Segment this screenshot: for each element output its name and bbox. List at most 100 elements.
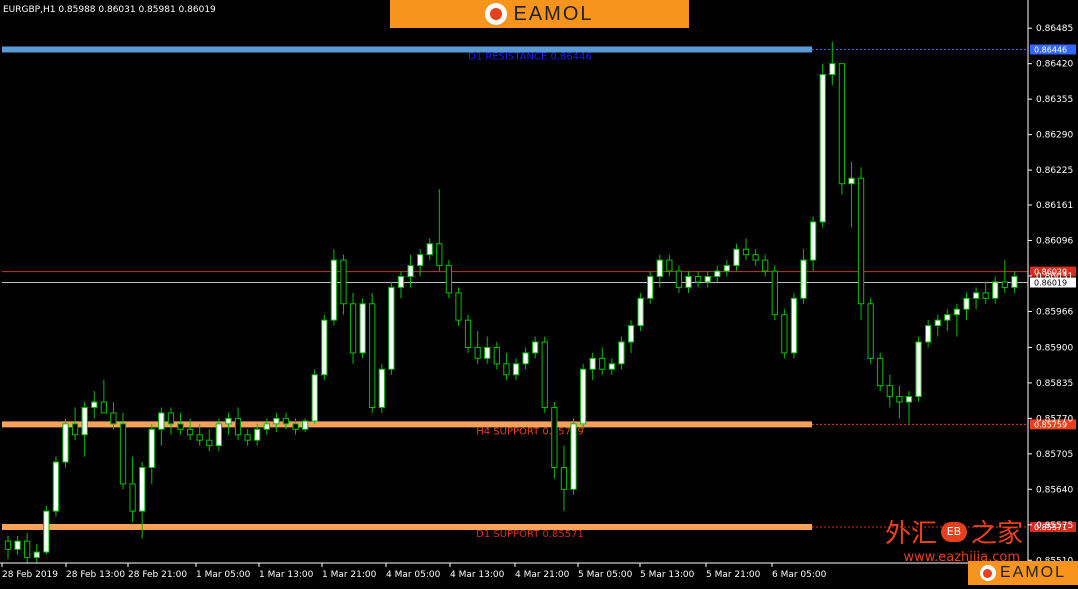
candle-body xyxy=(570,423,577,490)
candle-body xyxy=(62,423,69,463)
candle-body xyxy=(292,423,299,430)
candle-body xyxy=(148,428,155,468)
candle-body xyxy=(579,368,587,425)
candle-body xyxy=(944,314,951,321)
candle-body xyxy=(407,265,414,277)
footer-brand: EAMOL xyxy=(968,561,1078,585)
x-tick-label: 1 Mar 05:00 xyxy=(196,570,251,580)
y-tick-label: 0.85575 xyxy=(1036,521,1073,531)
candle-body xyxy=(877,357,884,387)
footer-logo-icon xyxy=(979,565,996,581)
candle-body xyxy=(781,314,788,354)
candle-body xyxy=(522,352,529,365)
candle-body xyxy=(321,319,328,376)
candle-body xyxy=(694,275,702,283)
candle-body xyxy=(886,385,893,398)
candle-body xyxy=(484,346,491,359)
candle-body xyxy=(455,292,462,321)
candle-body xyxy=(666,259,673,272)
y-tick-label: 0.86161 xyxy=(1036,201,1073,211)
candle-body xyxy=(714,270,721,277)
candle-body xyxy=(158,412,165,430)
candle-body xyxy=(992,281,999,299)
brand-header: EAMOL xyxy=(390,0,689,28)
y-tick-label: 0.85640 xyxy=(1036,485,1073,495)
x-tick-label: 5 Mar 05:00 xyxy=(578,570,633,580)
candle-body xyxy=(771,270,778,316)
candle-body xyxy=(637,297,644,327)
y-tick-label: 0.86420 xyxy=(1036,60,1073,70)
candle-body xyxy=(340,259,347,305)
candle-body xyxy=(829,63,836,76)
candle-body xyxy=(301,420,309,430)
candle-body xyxy=(819,74,826,223)
x-tick-label: 28 Feb 13:00 xyxy=(66,570,125,580)
brand-name: EAMOL xyxy=(513,2,594,25)
candle-body xyxy=(388,286,395,370)
y-tick-label: 0.85705 xyxy=(1036,450,1073,460)
candle-body xyxy=(4,540,12,550)
x-tick-label: 1 Mar 21:00 xyxy=(322,570,377,580)
candle-body xyxy=(24,540,31,559)
candle-body xyxy=(330,259,338,321)
candle-body xyxy=(81,406,88,436)
x-tick-label: 28 Feb 2019 xyxy=(2,570,58,580)
candle-body xyxy=(848,177,855,185)
watermark-cn-b: 之家 xyxy=(970,519,1023,549)
candle-body xyxy=(1001,281,1008,288)
level-label: H4 SUPPORT 0.85759 xyxy=(476,426,584,437)
candle-body xyxy=(982,292,989,299)
candle-body xyxy=(560,466,568,490)
candle-body xyxy=(196,434,203,441)
level-label: D1 SUPPORT 0.85571 xyxy=(476,529,584,540)
x-tick-label: 5 Mar 13:00 xyxy=(640,570,695,580)
candle-body xyxy=(445,265,453,294)
price-chart[interactable]: D1 RESISTANCE 0.86446 0.86446 0.86039 0.860… xyxy=(0,0,1078,585)
x-tick-label: 4 Mar 21:00 xyxy=(515,570,570,580)
candle-body xyxy=(397,275,405,288)
candle-body xyxy=(349,303,357,354)
x-tick-label: 4 Mar 13:00 xyxy=(450,570,505,580)
candle-body xyxy=(71,423,79,436)
y-tick-label: 0.86290 xyxy=(1036,131,1073,141)
candle-body xyxy=(905,396,913,403)
candle-body xyxy=(100,401,107,414)
candle-body xyxy=(43,510,50,553)
y-tick-label: 0.85966 xyxy=(1036,307,1073,317)
candle-body xyxy=(378,368,385,408)
candle-body xyxy=(167,412,175,425)
candle-body xyxy=(177,423,184,430)
candle-body xyxy=(359,303,366,354)
candle-body xyxy=(512,363,520,376)
candle-body xyxy=(426,243,433,256)
candle-body xyxy=(857,177,865,305)
candle-body xyxy=(608,363,615,370)
candle-body xyxy=(119,423,127,485)
candle-body xyxy=(551,406,558,468)
candle-body xyxy=(474,346,481,359)
candle-body xyxy=(369,303,376,408)
candle-body xyxy=(867,303,874,359)
candle-body xyxy=(263,423,270,430)
candle-body xyxy=(493,346,500,365)
candle-body xyxy=(52,461,60,512)
candle-body xyxy=(800,259,807,299)
footer-brand-name: EAMOL xyxy=(999,564,1066,581)
y-tick-label: 0.86096 xyxy=(1036,236,1073,246)
level-line xyxy=(2,46,812,53)
candle-body xyxy=(225,417,232,425)
candle-body xyxy=(915,341,922,398)
candle-body xyxy=(675,270,683,288)
candle-body xyxy=(762,259,769,272)
symbol-info: EURGBP,H1 0.85988 0.86031 0.85981 0.8601… xyxy=(3,5,216,15)
watermark-cn: 外汇 EB 之家 xyxy=(885,513,1023,550)
chart-canvas[interactable]: D1 RESISTANCE 0.864460.864460.860390.860… xyxy=(0,0,1078,585)
y-tick-label: 0.86485 xyxy=(1036,24,1073,34)
candle-body xyxy=(934,319,941,327)
candle-body xyxy=(685,275,692,288)
candle-body xyxy=(139,466,146,512)
candle-body xyxy=(254,428,261,441)
level-line xyxy=(2,523,812,530)
candle-body xyxy=(110,412,117,425)
candle-body xyxy=(589,357,596,370)
